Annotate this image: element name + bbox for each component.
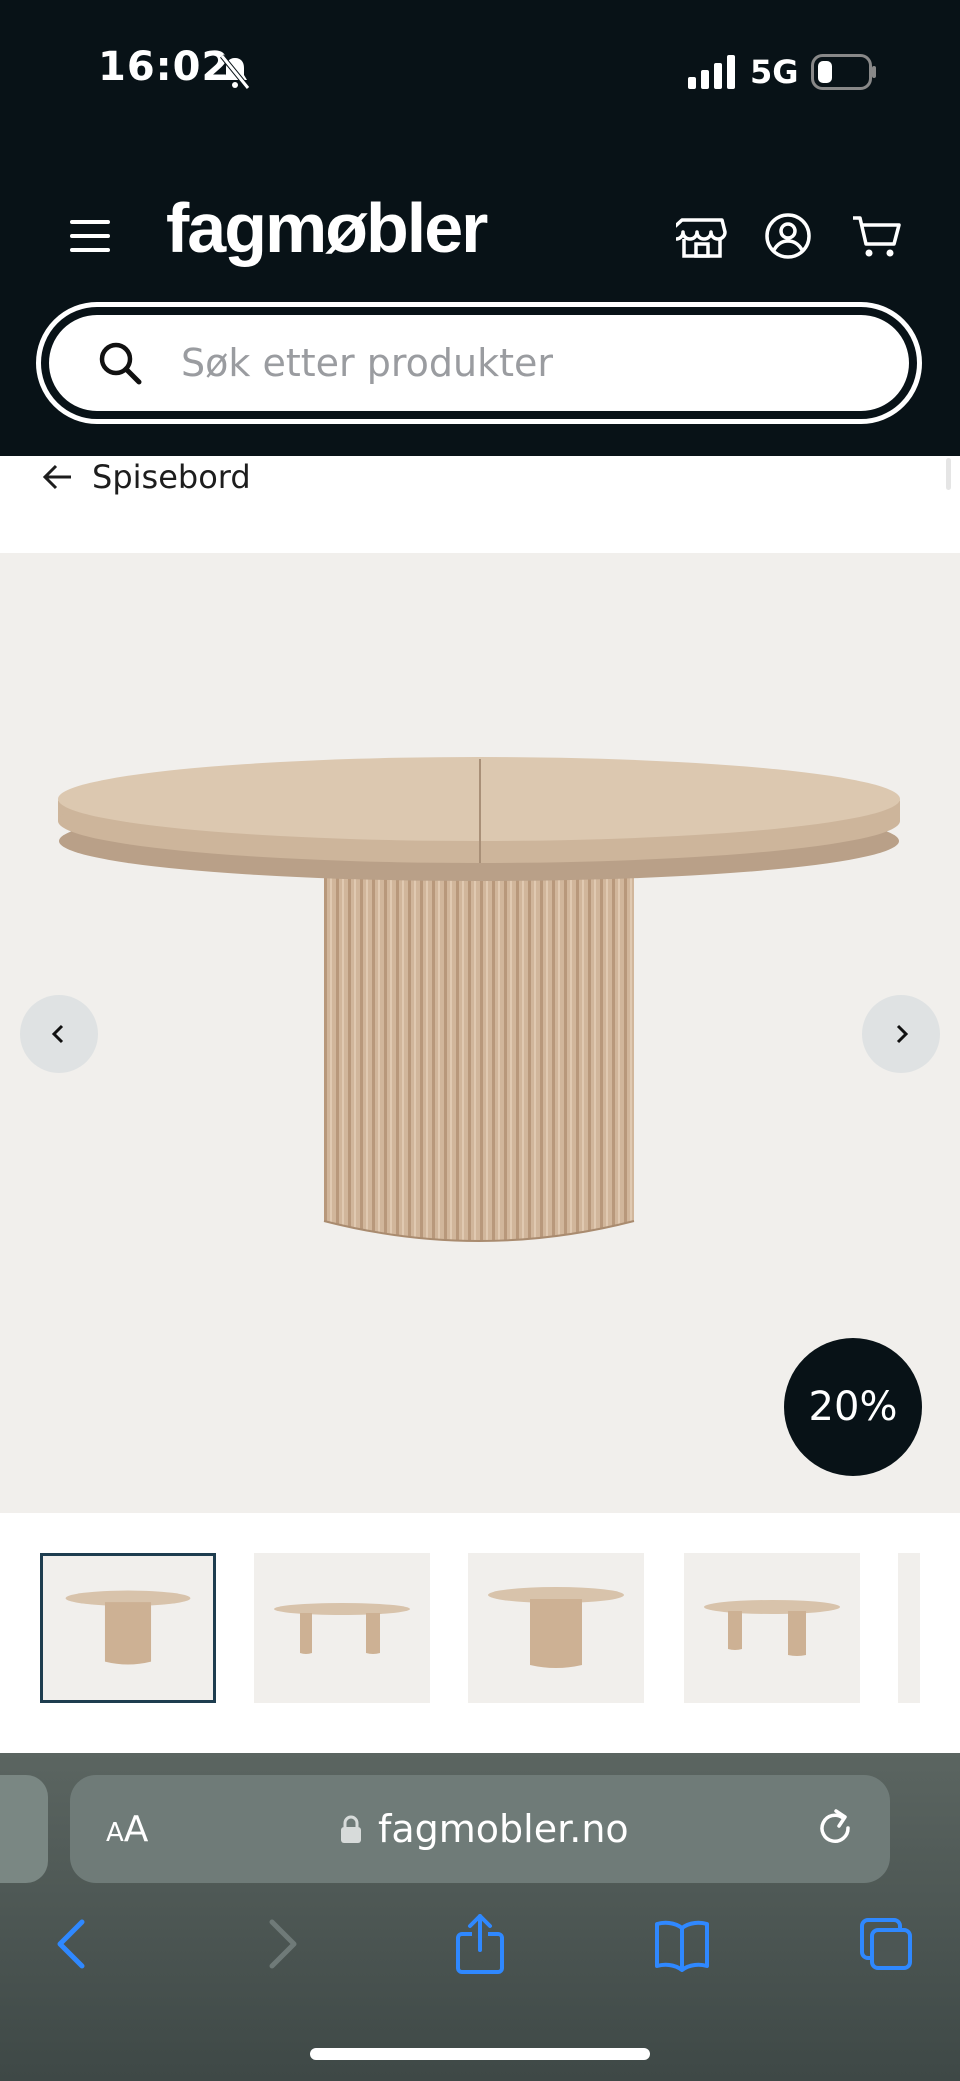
previous-tab-preview[interactable] — [0, 1775, 48, 1883]
chevron-left-icon — [51, 1024, 64, 1044]
thumbnail-3[interactable] — [468, 1553, 644, 1703]
chevron-right-icon — [896, 1024, 909, 1044]
thumbnail-1[interactable] — [40, 1553, 216, 1703]
cart-icon[interactable] — [850, 210, 902, 262]
menu-icon[interactable] — [70, 220, 114, 254]
arrow-left-icon — [42, 464, 71, 490]
share-icon[interactable] — [452, 1914, 508, 1974]
breadcrumb-label: Spisebord — [92, 458, 251, 496]
account-icon[interactable] — [762, 210, 814, 262]
site-logo[interactable]: fagmøbler — [166, 188, 488, 268]
signal-icon — [688, 55, 735, 89]
url-text: fagmobler.no — [378, 1807, 629, 1851]
network-label: 5G — [750, 53, 799, 91]
lock-icon — [341, 1815, 361, 1843]
silent-bell-icon — [220, 54, 250, 90]
previous-image-button[interactable] — [20, 995, 98, 1073]
reload-icon[interactable] — [812, 1805, 858, 1851]
search-input[interactable] — [179, 340, 803, 386]
back-icon[interactable] — [46, 1914, 102, 1974]
breadcrumb[interactable]: Spisebord — [42, 452, 251, 502]
scroll-indicator — [946, 458, 951, 490]
search-bar[interactable] — [46, 312, 912, 414]
forward-icon[interactable] — [252, 1914, 308, 1974]
text-size-button[interactable]: AA — [106, 1809, 148, 1850]
thumbnail-5[interactable] — [898, 1553, 920, 1703]
thumbnail-4[interactable] — [684, 1553, 860, 1703]
status-indicators: 5G — [688, 48, 877, 96]
status-time: 16:02 — [98, 44, 231, 90]
bookmarks-icon[interactable] — [654, 1914, 710, 1974]
search-icon — [99, 342, 142, 385]
discount-badge: 20% — [784, 1338, 922, 1476]
home-indicator — [310, 2048, 650, 2060]
battery-icon — [810, 54, 876, 90]
tabs-icon[interactable] — [858, 1914, 914, 1974]
store-icon[interactable] — [676, 210, 728, 262]
thumbnail-2[interactable] — [254, 1553, 430, 1703]
next-image-button[interactable] — [862, 995, 940, 1073]
address-bar[interactable]: AA fagmobler.no — [70, 1775, 890, 1883]
